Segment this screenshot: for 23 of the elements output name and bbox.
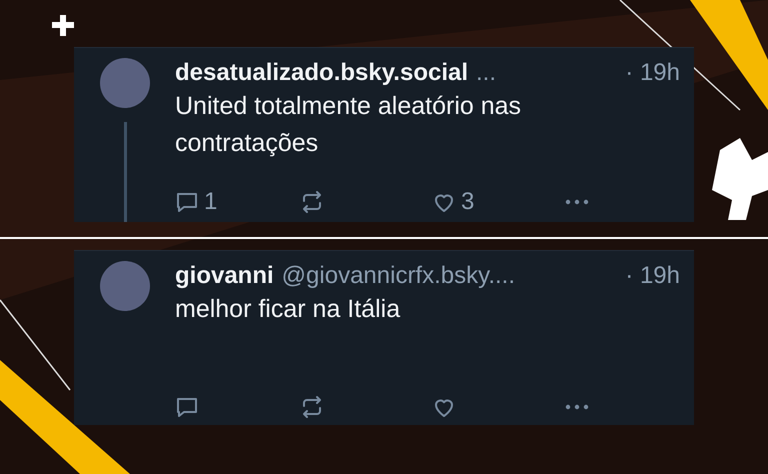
post-time: · 19h: [625, 58, 680, 88]
user-handle[interactable]: @giovannicrfx.bsky....: [282, 261, 516, 291]
display-name[interactable]: giovanni: [175, 261, 274, 291]
reply-button[interactable]: [175, 395, 199, 419]
repost-button[interactable]: [300, 190, 324, 214]
more-button[interactable]: [565, 404, 589, 410]
display-name[interactable]: desatualizado.bsky.social: [175, 58, 468, 88]
user-handle[interactable]: ...: [476, 58, 496, 88]
more-icon: [565, 199, 589, 205]
reply-icon: [175, 395, 199, 419]
repost-icon: [300, 395, 324, 419]
reply-button[interactable]: 1: [175, 188, 218, 216]
post-time: · 19h: [625, 261, 680, 291]
more-button[interactable]: [565, 199, 589, 205]
like-button[interactable]: 3: [432, 188, 474, 216]
repost-icon: [300, 190, 324, 214]
post-text: melhor ficar na Itália: [175, 294, 402, 325]
avatar-placeholder[interactable]: [100, 58, 150, 108]
post-text: United totalmente aleatório nas contratações: [175, 91, 522, 159]
avatar-placeholder[interactable]: [100, 261, 150, 311]
repost-button[interactable]: [300, 395, 324, 419]
reply-icon: [175, 190, 199, 214]
more-icon: [565, 404, 589, 410]
